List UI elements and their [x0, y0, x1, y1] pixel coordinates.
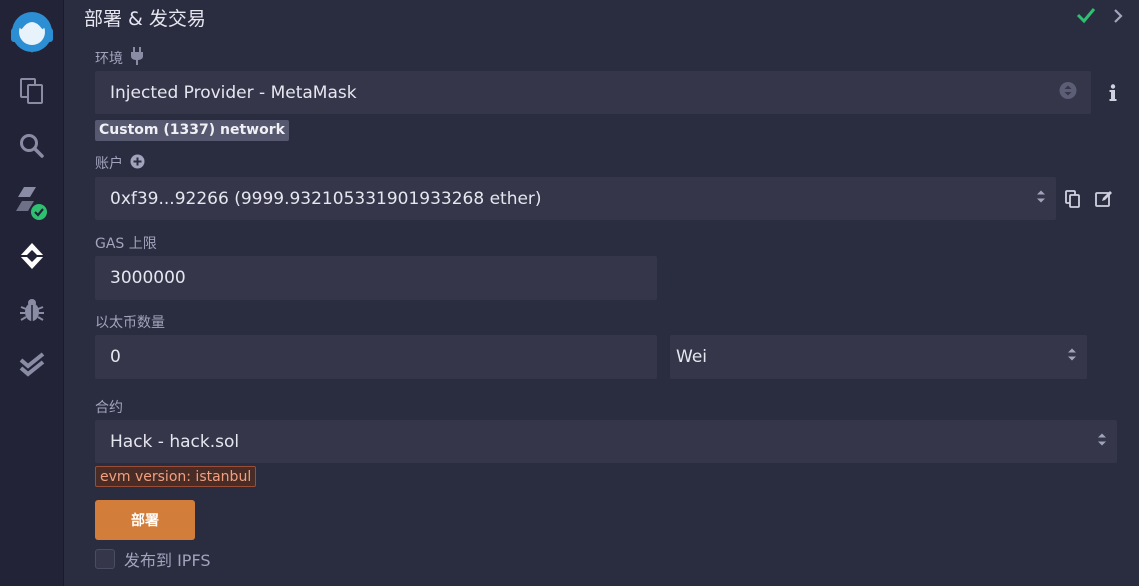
- select-arrows-icon: [1036, 188, 1046, 209]
- network-badge: Custom (1337) network: [95, 120, 289, 141]
- panel-title: 部署 & 发交易: [84, 8, 206, 30]
- remix-logo-icon[interactable]: [0, 10, 64, 53]
- evm-version-badge: evm version: istanbul: [95, 466, 257, 487]
- account-label: 账户: [95, 153, 145, 173]
- debugger-icon[interactable]: [0, 290, 64, 330]
- publish-ipfs-checkbox[interactable]: [95, 549, 115, 569]
- gas-limit-label: GAS 上限: [95, 236, 157, 252]
- unit-select[interactable]: Wei: [670, 335, 1087, 379]
- account-select[interactable]: 0xf39...92266 (9999.932105331901933268 e…: [95, 177, 1056, 220]
- contract-label: 合约: [95, 400, 123, 416]
- add-account-icon[interactable]: [130, 154, 145, 173]
- contract-select[interactable]: Hack - hack.sol: [95, 420, 1117, 463]
- test-check-icon[interactable]: [0, 345, 64, 385]
- environment-label: 环境: [95, 47, 144, 69]
- copy-icon[interactable]: [1065, 190, 1081, 212]
- select-spinner-icon: [1059, 81, 1077, 104]
- icon-rail: [0, 0, 64, 586]
- deploy-run-icon[interactable]: [0, 236, 64, 276]
- deploy-button[interactable]: 部署: [95, 500, 195, 540]
- solidity-compiler-icon[interactable]: [0, 181, 64, 221]
- chevron-right-icon[interactable]: [1112, 8, 1124, 28]
- select-arrows-icon: [1067, 347, 1077, 368]
- edit-icon[interactable]: [1095, 190, 1113, 212]
- environment-select[interactable]: Injected Provider - MetaMask: [95, 71, 1091, 114]
- search-icon[interactable]: [0, 126, 64, 166]
- plug-icon: [130, 47, 144, 69]
- info-icon[interactable]: [1108, 84, 1118, 106]
- check-icon: [1076, 6, 1096, 28]
- publish-ipfs-row[interactable]: 发布到 IPFS: [95, 547, 211, 571]
- value-input[interactable]: 0: [95, 335, 657, 379]
- value-label: 以太币数量: [95, 315, 165, 331]
- gas-limit-input[interactable]: 3000000: [95, 256, 657, 300]
- select-arrows-icon: [1097, 431, 1107, 452]
- file-explorer-icon[interactable]: [0, 71, 64, 111]
